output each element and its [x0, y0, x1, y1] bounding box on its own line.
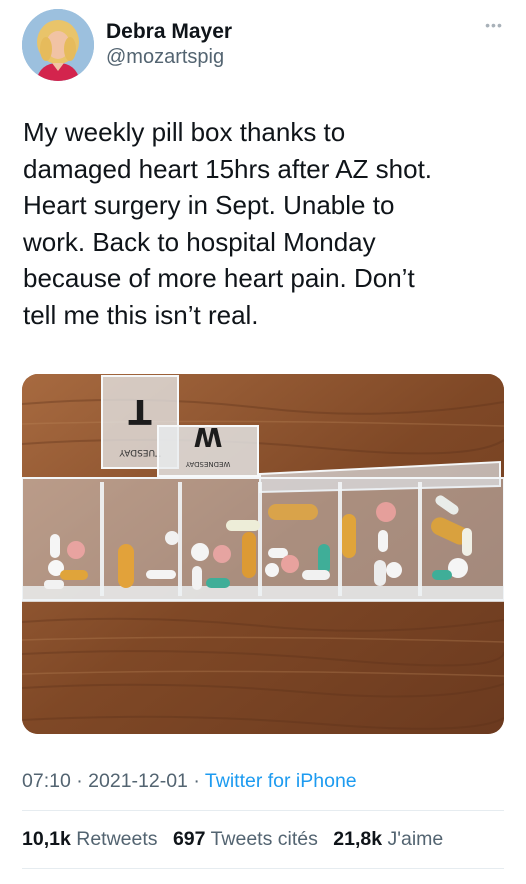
tweet-meta: 07:10 · 2021-12-01 · Twitter for iPhone: [22, 768, 357, 794]
tweet-date[interactable]: 2021-12-01: [88, 770, 188, 792]
tweet-stats: 10,1k Retweets 697 Tweets cités 21,8k J'…: [22, 826, 453, 852]
retweets-stat[interactable]: 10,1k Retweets: [22, 828, 158, 850]
avatar[interactable]: [22, 9, 94, 81]
meta-separator: ·: [76, 770, 83, 792]
lid-letter-w: W: [194, 421, 223, 451]
tweet-photo[interactable]: T TUESDAY W WEDNESDAY: [22, 374, 504, 734]
likes-count: 21,8k: [333, 828, 383, 850]
tweet-header: Debra Mayer @mozartspig •••: [22, 6, 506, 82]
lid-letter-t: T: [128, 391, 152, 431]
likes-label: J'aime: [387, 828, 444, 850]
divider: [22, 810, 504, 811]
divider-bottom: [22, 868, 504, 869]
display-name[interactable]: Debra Mayer: [106, 20, 232, 44]
tweet-source-link[interactable]: Twitter for iPhone: [205, 770, 357, 792]
avatar-image: [22, 9, 94, 81]
likes-stat[interactable]: 21,8k J'aime: [333, 828, 443, 850]
user-handle[interactable]: @mozartspig: [106, 44, 232, 70]
lid-label-tuesday: TUESDAY: [119, 447, 162, 457]
pill-box-photo: T TUESDAY W WEDNESDAY: [22, 374, 504, 734]
lid-label-wednesday: WEDNESDAY: [185, 460, 230, 468]
quote-tweets-stat[interactable]: 697 Tweets cités: [173, 828, 318, 850]
quotes-label: Tweets cités: [210, 828, 318, 850]
meta-separator-2: ·: [193, 770, 200, 792]
retweets-label: Retweets: [76, 828, 158, 850]
author-names: Debra Mayer @mozartspig: [106, 20, 232, 70]
tweet-text: My weekly pill box thanks to damaged hea…: [23, 117, 433, 330]
tweet-detail: Debra Mayer @mozartspig ••• My weekly pi…: [0, 0, 526, 884]
retweets-count: 10,1k: [22, 828, 71, 850]
quotes-count: 697: [172, 828, 206, 850]
more-options-icon[interactable]: •••: [482, 18, 506, 34]
tweet-time[interactable]: 07:10: [22, 770, 71, 792]
